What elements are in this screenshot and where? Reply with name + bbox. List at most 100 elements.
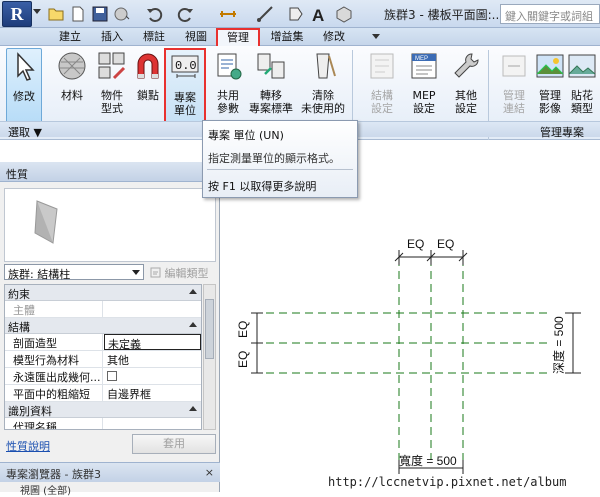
aligned-dimension-icon[interactable] <box>256 4 276 24</box>
svg-text:MEP: MEP <box>415 56 428 62</box>
close-icon[interactable]: × <box>205 466 214 479</box>
properties-help-link[interactable]: 性質說明 <box>6 438 50 454</box>
structural-settings-button: 結構 設定 <box>360 48 404 124</box>
links-icon <box>502 55 526 77</box>
property-row: 永遠匯出成幾何... <box>5 368 201 385</box>
purge-icon <box>316 53 336 79</box>
minimize-ribbon-arrow-icon[interactable] <box>372 34 380 39</box>
magnet-icon <box>137 53 159 79</box>
tooltip-title: 專案 單位 (UN) <box>208 129 284 142</box>
materials-button[interactable]: 材料 <box>50 48 94 124</box>
title-bar: R A 族群3 - 樓板平面圖:.. 鍵入關鍵字或詞組 <box>0 0 600 28</box>
edit-type-label: 編輯類型 <box>164 267 209 280</box>
application-menu-button[interactable]: R <box>2 1 32 27</box>
depth-dimension[interactable] <box>565 312 581 374</box>
collapse-icon <box>189 289 197 294</box>
group-structural[interactable]: 結構 <box>5 318 201 334</box>
properties-grid: 約束 主體 結構 剖面造型 未定義 模型行為材料 其他 永遠匯出成幾何... 平… <box>4 284 202 430</box>
mep-settings-button[interactable]: MEP MEP 設定 <box>402 48 446 124</box>
chevron-down-icon <box>132 270 140 275</box>
application-menu-arrow-icon[interactable] <box>33 9 41 14</box>
project-units-tooltip: 專案 單位 (UN) 指定測量單位的顯示格式。 按 F1 以取得更多說明 <box>202 120 358 198</box>
tab-manage[interactable]: 管理 <box>216 28 260 46</box>
property-key: 代理名稱 <box>5 418 103 429</box>
measure-icon[interactable] <box>218 4 238 24</box>
eq-label-top-right: EQ <box>437 237 454 251</box>
tab-modify[interactable]: 修改 <box>314 29 354 45</box>
save-icon[interactable] <box>90 4 110 24</box>
sync-icon[interactable] <box>112 4 132 24</box>
eq-dimension-top[interactable] <box>394 250 468 265</box>
property-key: 模型行為材料 <box>5 351 103 367</box>
3d-view-icon[interactable] <box>334 4 354 24</box>
open-icon[interactable] <box>46 4 66 24</box>
property-key: 主體 <box>5 301 103 317</box>
edit-type-icon <box>150 267 161 278</box>
property-row: 剖面造型 未定義 <box>5 334 201 351</box>
group-label: 約束 <box>8 288 30 301</box>
document-title: 族群3 - 樓板平面圖:.. <box>384 8 500 22</box>
purge-unused-button[interactable]: 清除 未使用的 <box>298 48 348 124</box>
group-identity-data[interactable]: 識別資料 <box>5 402 201 418</box>
depth-label: 深度 = 500 <box>551 316 566 374</box>
tab-annotate[interactable]: 標註 <box>134 29 174 45</box>
property-row: 模型行為材料 其他 <box>5 351 201 368</box>
edit-type-button: 編輯類型 <box>150 265 209 281</box>
collapse-icon <box>189 322 197 327</box>
eq-label-left-bottom: EQ <box>236 351 250 368</box>
type-selector-dropdown[interactable]: 族群: 結構柱 <box>4 264 144 281</box>
type-preview-image <box>4 188 216 262</box>
tab-add-ins[interactable]: 增益集 <box>262 29 312 45</box>
search-input[interactable]: 鍵入關鍵字或詞組 <box>500 4 600 24</box>
width-label: 寬度 = 500 <box>399 453 457 468</box>
tab-view[interactable]: 視圖 <box>176 29 216 45</box>
eq-dimension-left[interactable] <box>251 312 263 374</box>
redo-icon[interactable] <box>176 4 196 24</box>
text-icon[interactable]: A <box>308 4 328 24</box>
tab-create[interactable]: 建立 <box>50 29 90 45</box>
shared-params-icon <box>217 53 242 80</box>
tooltip-description: 指定測量單位的顯示格式。 <box>208 152 340 165</box>
property-row: 代理名稱 <box>5 418 201 429</box>
export-geometry-checkbox[interactable] <box>107 371 117 381</box>
tooltip-help: 按 F1 以取得更多說明 <box>208 180 317 193</box>
tag-icon[interactable] <box>286 4 306 24</box>
type-selector-row: 族群: 結構柱 編輯類型 <box>4 264 216 282</box>
mep-icon: MEP <box>411 53 437 79</box>
object-styles-icon <box>98 52 126 80</box>
svg-text:0.0: 0.0 <box>175 59 197 73</box>
other-settings-button[interactable]: 其他 設定 <box>444 48 488 124</box>
coarse-cutback-field[interactable]: 自邊界框 <box>104 385 201 401</box>
properties-header: 性質 × <box>0 162 220 182</box>
property-value[interactable] <box>104 418 201 429</box>
eq-label-left-top: EQ <box>236 321 250 338</box>
select-panel-dropdown[interactable]: 選取 ▼ <box>8 124 42 140</box>
material-behavior-field[interactable]: 其他 <box>104 351 201 367</box>
transfer-project-standards-button[interactable]: 轉移 專案標準 <box>246 48 296 124</box>
tab-insert[interactable]: 插入 <box>92 29 132 45</box>
group-constraints[interactable]: 約束 <box>5 285 201 301</box>
undo-icon[interactable] <box>144 4 164 24</box>
properties-title: 性質 <box>6 168 28 181</box>
group-label: 識別資料 <box>8 405 52 418</box>
property-key: 平面中的粗縮短 <box>5 385 103 401</box>
property-key: 永遠匯出成幾何... <box>5 368 103 384</box>
svg-text:A: A <box>312 6 324 24</box>
group-label: 結構 <box>8 321 30 334</box>
project-units-button[interactable]: 0.0 專案 單位 <box>164 48 206 124</box>
ribbon-tab-bar: 建立 插入 標註 視圖 管理 增益集 修改 <box>0 28 600 46</box>
decal-types-button[interactable]: 貼花 類型 <box>564 48 600 124</box>
shared-parameters-button[interactable]: 共用 參數 <box>206 48 250 124</box>
properties-scrollbar[interactable] <box>203 284 216 430</box>
scrollbar-thumb[interactable] <box>205 299 214 359</box>
section-shape-field[interactable]: 未定義 <box>104 334 201 350</box>
new-icon[interactable] <box>68 4 88 24</box>
browser-tree-item[interactable]: 視圖 (全部) <box>0 482 220 497</box>
wrench-icon <box>454 53 479 78</box>
modify-button[interactable]: 修改 <box>6 48 42 124</box>
watermark-url: http://lccnetvip.pixnet.net/album <box>328 475 567 489</box>
property-value <box>104 301 201 317</box>
project-browser-title: 專案瀏覽器 - 族群3 <box>6 468 101 481</box>
project-browser-header: 專案瀏覽器 - 族群3 × <box>0 462 220 482</box>
apply-button: 套用 <box>132 434 216 454</box>
